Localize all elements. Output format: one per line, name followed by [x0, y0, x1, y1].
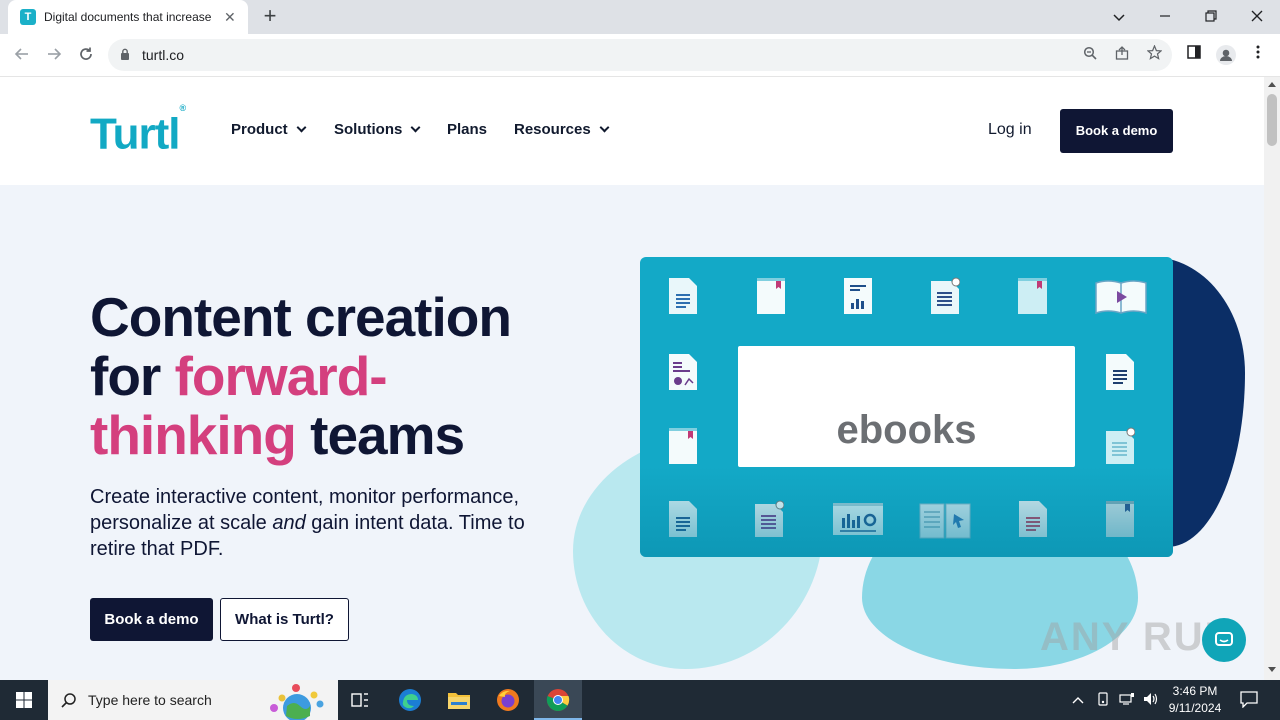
info-document-icon — [931, 277, 960, 314]
firefox-icon — [497, 689, 519, 711]
ebooks-label: ebooks — [836, 408, 977, 452]
windows-taskbar: Type here to search 3:46 PM 9/11/2024 — [0, 680, 1280, 720]
nav-plans-label: Plans — [447, 121, 488, 138]
nav-plans[interactable]: Plans — [447, 121, 487, 138]
what-is-turtl-button[interactable]: What is Turtl? — [220, 598, 349, 641]
info-document-icon — [1106, 427, 1135, 464]
report-chart-icon — [844, 278, 872, 314]
file-explorer-taskbar-button[interactable] — [435, 680, 483, 720]
nav-solutions-label: Solutions — [334, 121, 403, 138]
clock-date: 9/11/2024 — [1168, 701, 1222, 715]
close-window-icon[interactable] — [1246, 6, 1268, 28]
new-tab-button[interactable]: + — [258, 5, 282, 29]
hero-subtitle-emphasis: and — [272, 512, 306, 534]
ebooks-card: ebooks — [738, 346, 1075, 467]
panel-fade-overlay — [640, 467, 1173, 557]
nav-product-label: Product — [231, 121, 288, 138]
tab-search-icon[interactable] — [1108, 6, 1130, 28]
chat-icon — [1215, 632, 1233, 646]
nav-resources-label: Resources — [514, 121, 591, 138]
chevron-down-icon — [410, 122, 421, 133]
header-book-demo-button[interactable]: Book a demo — [1060, 109, 1173, 153]
turtl-favicon-icon: T — [20, 9, 36, 25]
zoom-icon[interactable] — [1080, 45, 1100, 65]
start-button[interactable] — [0, 680, 48, 720]
book-icon — [1018, 278, 1047, 314]
volume-icon[interactable] — [1143, 692, 1159, 709]
presentation-document-icon — [669, 354, 697, 390]
url-text[interactable]: turtl.co — [142, 47, 184, 63]
scrollbar-thumb[interactable] — [1267, 94, 1277, 146]
tab-title: Digital documents that increase — [44, 10, 212, 24]
browser-menu-icon[interactable] — [1248, 45, 1268, 65]
registered-mark: ® — [179, 103, 187, 113]
edge-icon — [399, 689, 421, 711]
scroll-down-arrow-icon[interactable] — [1268, 667, 1276, 672]
bookmark-star-icon[interactable] — [1144, 44, 1164, 65]
device-icon[interactable] — [1096, 692, 1110, 709]
page-scrollbar[interactable] — [1264, 77, 1280, 680]
side-panel-icon[interactable] — [1184, 45, 1204, 65]
hero-heading-end: teams — [295, 404, 465, 466]
task-view-icon — [351, 693, 368, 707]
logo-text: Turtl — [90, 109, 180, 159]
nav-resources[interactable]: Resources — [514, 121, 610, 138]
book-icon — [669, 428, 697, 464]
lock-icon[interactable] — [120, 48, 130, 60]
nav-solutions[interactable]: Solutions — [334, 121, 421, 138]
browser-tab-strip: T Digital documents that increase ✕ + — [0, 0, 1280, 34]
nav-product[interactable]: Product — [231, 121, 307, 138]
hero-heading-line1: Content creation — [90, 286, 512, 348]
browser-toolbar: turtl.co — [0, 34, 1280, 77]
reload-icon[interactable] — [74, 44, 98, 68]
hero-subtitle: Create interactive content, monitor perf… — [90, 484, 530, 562]
restore-window-icon[interactable] — [1200, 6, 1222, 28]
firefox-taskbar-button[interactable] — [484, 680, 532, 720]
task-view-button[interactable] — [336, 680, 384, 720]
chevron-down-icon — [296, 122, 307, 133]
chevron-down-icon — [599, 122, 610, 133]
show-hidden-icons-chevron-icon[interactable] — [1072, 692, 1084, 707]
search-icon — [61, 693, 76, 708]
chat-widget-button[interactable] — [1202, 618, 1246, 662]
minimize-window-icon[interactable] — [1154, 6, 1176, 28]
network-icon[interactable] — [1119, 692, 1135, 709]
scroll-up-arrow-icon[interactable] — [1268, 82, 1276, 87]
book-icon — [757, 278, 785, 314]
windows-logo-icon — [16, 692, 32, 708]
document-icon — [1106, 354, 1134, 390]
back-arrow-icon[interactable] — [10, 44, 34, 68]
page-viewport: Turtl® Product Solutions Plans Resources… — [0, 77, 1264, 680]
chrome-icon — [546, 689, 570, 711]
video-book-icon — [1095, 280, 1147, 315]
taskbar-search-placeholder: Type here to search — [88, 692, 212, 708]
chrome-taskbar-button[interactable] — [534, 680, 582, 720]
hero-book-demo-button[interactable]: Book a demo — [90, 598, 213, 641]
taskbar-clock[interactable]: 3:46 PM 9/11/2024 — [1160, 683, 1230, 717]
login-link[interactable]: Log in — [988, 121, 1032, 139]
search-highlight-globe-icon — [270, 684, 324, 720]
taskbar-search-box[interactable]: Type here to search — [48, 680, 338, 720]
hero-heading: Content creation for forward- thinking t… — [90, 288, 610, 465]
folder-icon — [448, 693, 470, 709]
clock-time: 3:46 PM — [1172, 684, 1218, 698]
close-tab-icon[interactable]: ✕ — [224, 9, 236, 25]
hero-heading-accent1: forward- — [174, 345, 388, 407]
edge-taskbar-button[interactable] — [386, 680, 434, 720]
notifications-icon[interactable] — [1240, 691, 1258, 711]
hero-heading-accent2: thinking — [90, 404, 297, 466]
address-bar[interactable]: turtl.co — [108, 39, 1172, 71]
hero-heading-for: for — [90, 345, 175, 407]
site-header: Turtl® Product Solutions Plans Resources… — [0, 77, 1264, 185]
profile-avatar-icon[interactable] — [1216, 45, 1236, 65]
turtl-logo[interactable]: Turtl® — [90, 103, 187, 160]
content-types-panel: ebooks — [640, 257, 1173, 557]
share-icon[interactable] — [1112, 45, 1132, 65]
browser-tab[interactable]: T Digital documents that increase ✕ — [8, 0, 248, 34]
document-icon — [669, 278, 697, 314]
forward-arrow-icon[interactable] — [42, 44, 66, 68]
